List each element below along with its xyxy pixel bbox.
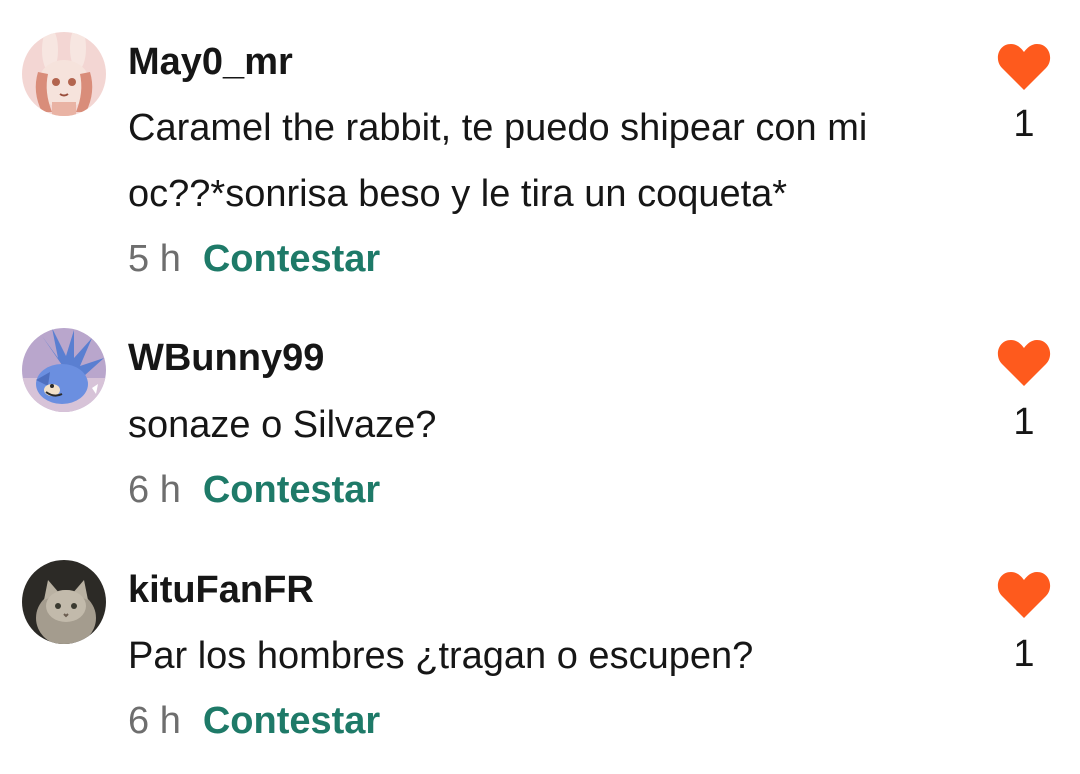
avatar[interactable] [22, 328, 106, 412]
heart-icon[interactable] [996, 42, 1052, 92]
heart-icon[interactable] [996, 338, 1052, 388]
comment-meta: 5 h Contestar [128, 237, 380, 281]
comment-username[interactable]: kituFanFR [128, 568, 314, 612]
rabbit-character-avatar-icon [22, 32, 106, 116]
comment-meta: 6 h Contestar [128, 468, 380, 512]
comment-text: Par los hombres ¿tragan o escupen? [128, 635, 754, 677]
comment-username[interactable]: May0_mr [128, 40, 293, 84]
reply-button[interactable]: Contestar [203, 238, 380, 280]
reply-button[interactable]: Contestar [203, 700, 380, 742]
comment-meta: 6 h Contestar [128, 699, 380, 743]
comment-text: sonaze o Silvaze? [128, 404, 437, 446]
comment-time: 6 h [128, 469, 181, 511]
comment-time: 5 h [128, 238, 181, 280]
like-count: 1 [1013, 401, 1035, 443]
comment-text: Caramel the rabbit, te puedo shipear con… [128, 107, 868, 215]
blue-hedgehog-avatar-icon [22, 328, 106, 412]
reply-button[interactable]: Contestar [203, 469, 380, 511]
avatar[interactable] [22, 560, 106, 644]
like-count: 1 [1013, 633, 1035, 675]
avatar[interactable] [22, 32, 106, 116]
like-control: 1 [996, 338, 1052, 444]
comment-time: 6 h [128, 700, 181, 742]
like-count: 1 [1013, 103, 1035, 145]
cat-photo-avatar-icon [22, 560, 106, 644]
like-control: 1 [996, 42, 1052, 146]
heart-icon[interactable] [996, 570, 1052, 620]
like-control: 1 [996, 570, 1052, 676]
comment-username[interactable]: WBunny99 [128, 336, 324, 380]
